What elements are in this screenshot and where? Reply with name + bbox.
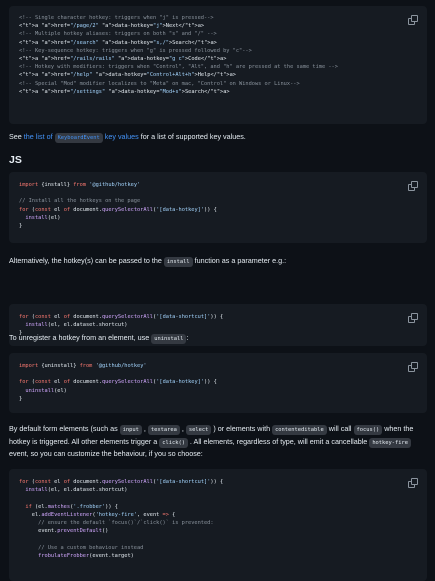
keyboard-event-code-link[interactable]: KeyboardEvent xyxy=(54,133,103,143)
text-segment: ) or elements with xyxy=(211,424,273,433)
text-segment: function as a parameter e.g.: xyxy=(192,256,287,265)
code-install: import {install} from '@github/hotkey' /… xyxy=(19,182,217,230)
focus-inline-code: focus() xyxy=(353,425,383,435)
text-segment: , xyxy=(179,424,186,433)
uninstall-paragraph: To unregister a hotkey from an element, … xyxy=(9,332,427,345)
text-segment: . All elements, regardless of type, will… xyxy=(187,436,370,446)
text-segment: , xyxy=(141,424,148,433)
code-uninstall: import {uninstall} from '@github/hotkey'… xyxy=(19,363,217,402)
text-segment: See xyxy=(9,132,24,141)
contenteditable-inline-code: contenteditable xyxy=(272,425,327,435)
text-segment: will call xyxy=(326,424,354,433)
default-behaviour-paragraph: By default form elements (such as input … xyxy=(9,423,427,461)
code-html: <!-- Single character hotkey: triggers w… xyxy=(19,15,338,95)
key-values-link[interactable]: the list of xyxy=(24,132,53,141)
select-inline-code: select xyxy=(185,425,212,435)
text-segment: By default form elements (such as xyxy=(9,424,120,433)
text-segment: To unregister a hotkey from an element, … xyxy=(9,333,152,342)
text-segment: Alternatively, the hotkey(s) can be pass… xyxy=(9,256,164,265)
js-heading: JS xyxy=(9,154,22,166)
code-event: for (const el of document.querySelectorA… xyxy=(19,479,224,559)
click-inline-code: click() xyxy=(159,437,188,448)
copy-icon[interactable] xyxy=(408,362,418,372)
text-segment: event, so you can customize the behaviou… xyxy=(9,449,203,458)
text-segment: : xyxy=(186,333,189,342)
alternative-paragraph: Alternatively, the hotkey(s) can be pass… xyxy=(9,255,427,268)
copy-icon[interactable] xyxy=(408,478,418,488)
copy-icon[interactable] xyxy=(408,15,418,25)
copy-icon[interactable] xyxy=(408,313,418,323)
copy-icon[interactable] xyxy=(408,181,418,191)
input-inline-code: input xyxy=(119,425,142,435)
code-block-html-example: <!-- Single character hotkey: triggers w… xyxy=(9,6,427,124)
uninstall-inline-code: uninstall xyxy=(151,334,187,344)
hotkey-fire-inline-code: hotkey-fire xyxy=(369,437,412,448)
text-segment: for a list of supported key values. xyxy=(138,132,246,141)
code-block-event: for (const el of document.querySelectorA… xyxy=(9,469,427,581)
key-values-paragraph: See the list of KeyboardEvent key values… xyxy=(9,131,427,144)
code-block-install: import {install} from '@github/hotkey' /… xyxy=(9,172,427,243)
textarea-inline-code: textarea xyxy=(147,425,180,435)
key-values-link-2[interactable]: key values xyxy=(105,132,139,141)
code-block-uninstall: import {uninstall} from '@github/hotkey'… xyxy=(9,353,427,413)
install-inline-code: install xyxy=(163,257,193,267)
